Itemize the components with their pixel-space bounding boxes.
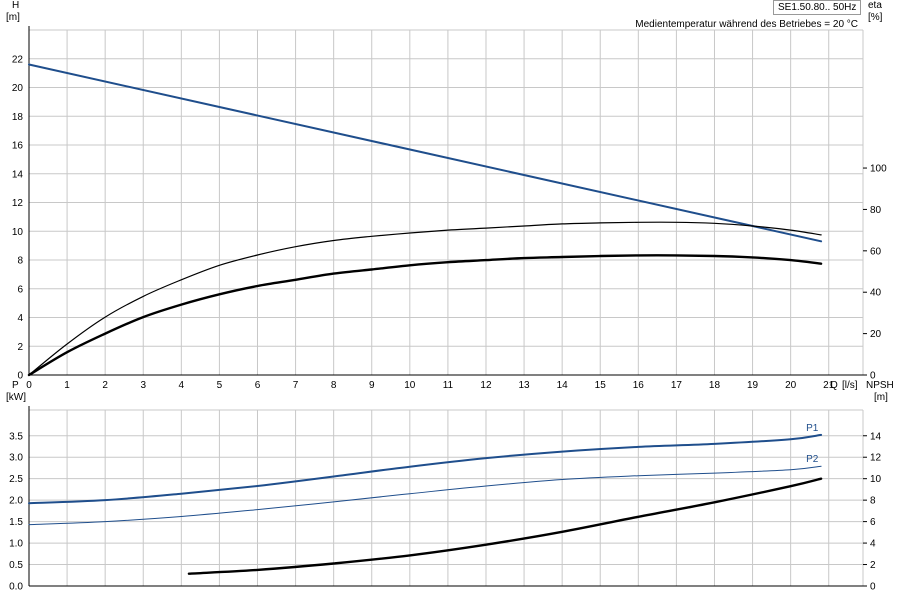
temperature-note: Medientemperatur während des Betriebes =… [635,19,858,30]
panel1-y-tick-label: 12 [12,198,24,209]
panel2-y2-tick-label: 0 [870,582,876,593]
panel1-y-axis-title: H [12,0,19,11]
x-tick-label: 0 [26,380,32,391]
x-tick-label: 3 [140,380,146,391]
panel2-y2-tick-label: 8 [870,496,876,507]
panel1-y-tick-label: 8 [17,256,23,267]
x-axis-title: Q [830,380,838,391]
model-label: SE1.50.80.. 50Hz [778,2,857,13]
panel2-series-NPSH [187,477,823,575]
panel1-y2-tick-label: 80 [870,205,882,216]
panel1-y-axis-unit: [m] [6,12,20,23]
panel2-y-tick-label: 1.0 [9,539,23,550]
x-tick-label: 18 [709,380,721,391]
x-tick-label: 13 [519,380,531,391]
panel1-y2-tick-label: 40 [870,288,882,299]
panel1-y-tick-label: 16 [12,141,24,152]
panel2-y-tick-label: 0.0 [9,582,23,593]
x-tick-label: 20 [785,380,797,391]
x-tick-label: 15 [595,380,607,391]
x-tick-label: 17 [671,380,683,391]
x-tick-label: 6 [255,380,261,391]
x-tick-label: 10 [404,380,416,391]
panel2-y2-tick-label: 4 [870,539,876,550]
panel2-series-P1 [28,433,823,505]
panel1-y2-axis-title: eta [868,0,882,11]
panel1-y-tick-label: 4 [17,313,23,324]
x-tick-label: 9 [369,380,375,391]
x-tick-label: 8 [331,380,337,391]
x-tick-label: 11 [443,380,454,391]
panel1-y-tick-label: 20 [12,83,24,94]
x-tick-label: 7 [293,380,299,391]
panel2-y2-axis-title: NPSH [866,380,894,391]
x-tick-label: 2 [102,380,108,391]
x-axis-unit: [l/s] [842,380,858,391]
x-tick-label: 12 [480,380,492,391]
panel1-series-eta_pump [28,221,822,376]
panel2-y2-tick-label: 6 [870,517,876,528]
panel1-y-tick-label: 22 [12,54,24,65]
panel2-series-P2 [28,465,822,526]
x-tick-label: 14 [557,380,569,391]
panel2-y-tick-label: 1.5 [9,517,23,528]
panel2-y2-tick-label: 10 [870,474,882,485]
panel1-y2-tick-label: 100 [870,164,887,175]
pump-curve-chart: 0246810121416182022020406080100H[m]eta[%… [6,0,894,593]
x-tick-label: 1 [64,380,70,391]
panel1-series-eta_total [27,254,823,377]
x-tick-label: 4 [179,380,185,391]
panel2-y-tick-label: 2.5 [9,474,23,485]
panel2-series-label-P2: P2 [806,454,819,465]
panel1-y-tick-label: 10 [12,227,24,238]
panel1-y-tick-label: 6 [17,284,23,295]
panel2-series-label-P1: P1 [806,423,819,434]
panel1-y-tick-label: 2 [17,342,23,353]
panel2-y2-tick-label: 2 [870,560,876,571]
panel1-y-tick-label: 18 [12,112,24,123]
model-label-box: SE1.50.80.. 50Hz [773,0,861,15]
panel2-y2-axis-unit: [m] [874,392,888,403]
panel2-y-tick-label: 0.5 [9,560,23,571]
x-tick-label: 5 [217,380,223,391]
panel1-y2-tick-label: 60 [870,246,882,257]
panel2-y-axis-title: P [12,380,19,391]
panel1-y-tick-label: 14 [12,169,24,180]
x-tick-label: 16 [633,380,645,391]
panel1-y2-axis-unit: [%] [868,12,883,23]
panel2-y-tick-label: 3.5 [9,431,23,442]
panel1-series-H [28,63,823,243]
panel2-y2-tick-label: 14 [870,431,882,442]
panel2-y-axis-unit: [kW] [6,392,26,403]
panel2-y2-tick-label: 12 [870,453,882,464]
panel1-y2-tick-label: 20 [870,329,882,340]
x-tick-label: 19 [747,380,759,391]
panel2-y-tick-label: 3.0 [9,453,23,464]
panel2-y-tick-label: 2.0 [9,496,23,507]
